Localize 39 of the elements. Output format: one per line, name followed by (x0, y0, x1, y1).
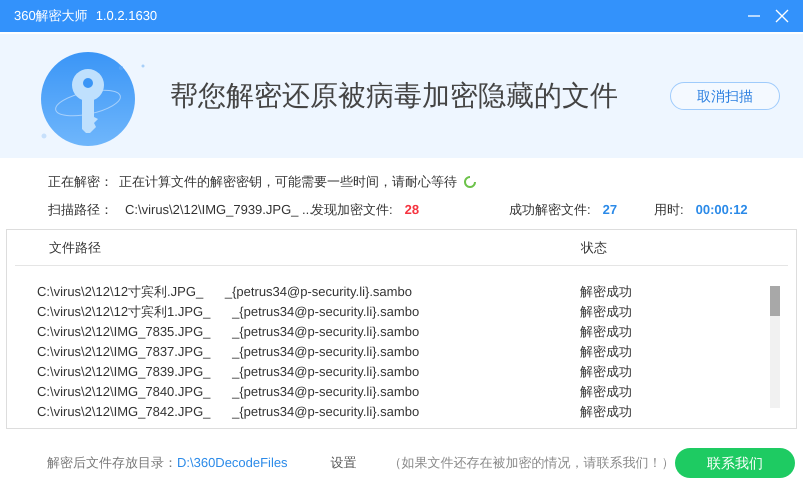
contact-us-button[interactable]: 联系我们 (674, 448, 795, 478)
stat-label: 成功解密文件: (509, 201, 591, 220)
footer-note: （如果文件还存在被加密的情况，请联系我们！） (388, 454, 675, 472)
stat-value: 00:00:12 (696, 201, 748, 220)
table-cell-text: 解密成功 (580, 283, 632, 302)
scrollbar-track[interactable] (770, 286, 780, 408)
column-header: 文件路径 (49, 238, 102, 257)
version-label: 1.0.2.1630 (96, 7, 158, 26)
table-cell-text: C:\virus\2\12\IMG_7839.JPG_ _{petrus34@p-security.li}.sambo (37, 363, 420, 382)
table-cell-text: C:\virus\2\12\IMG_7835.JPG_ _{petrus34@p-security.li}.sambo (37, 323, 420, 342)
spinner-icon (463, 175, 477, 189)
table-cell-text: 解密成功 (580, 303, 632, 322)
table-cell-text: C:\virus\2\12\12寸宾利.JPG_ _{petrus34@p-security.li}.sambo (37, 283, 413, 302)
table-cell-text: C:\virus\2\12\12寸宾利1.JPG_ _{petrus34@p-security.li}.sambo (37, 303, 420, 322)
status-label: 正在解密： (48, 173, 113, 192)
stat-label: 发现加密文件: (311, 201, 393, 220)
table-cell-text: C:\virus\2\12\IMG_7837.JPG_ _{petrus34@p-security.li}.sambo (37, 343, 420, 362)
stat-value: 28 (404, 201, 420, 220)
stat-value: 27 (602, 201, 618, 220)
output-dir-label: 解密后文件存放目录： (47, 454, 177, 472)
output-dir-link[interactable]: D:\360DecodeFiles (177, 453, 330, 473)
cancel-scan-button[interactable]: 取消扫描 (670, 82, 780, 110)
stat-label: 用时: (654, 201, 684, 220)
stat-value: C:\virus\2\12\IMG_7939.JPG_ ... (125, 201, 313, 220)
table-cell-text: C:\virus\2\12\IMG_7842.JPG_ _{petrus34@p-security.li}.sambo (37, 403, 420, 422)
close-icon[interactable] (775, 9, 789, 23)
stat-label: 扫描路径： (48, 201, 113, 220)
settings-link[interactable]: 设置 (330, 453, 389, 473)
column-header: 状态 (581, 238, 607, 257)
headline: 帮您解密还原被病毒加密隐藏的文件 (170, 79, 618, 113)
table-cell-text: 解密成功 (580, 343, 632, 362)
scrollbar-thumb[interactable] (770, 286, 780, 316)
table-cell-text: 解密成功 (580, 363, 632, 382)
table-cell-text: 解密成功 (580, 383, 632, 402)
table-cell-text: C:\virus\2\12\IMG_7840.JPG_ _{petrus34@p-security.li}.sambo (37, 383, 420, 402)
status-message: 正在计算文件的解密密钥，可能需要一些时间，请耐心等待 (119, 173, 457, 192)
window-title: 360解密大师 (14, 7, 88, 26)
table-cell-text: 解密成功 (580, 323, 632, 342)
table-cell-text: 解密成功 (580, 403, 632, 422)
